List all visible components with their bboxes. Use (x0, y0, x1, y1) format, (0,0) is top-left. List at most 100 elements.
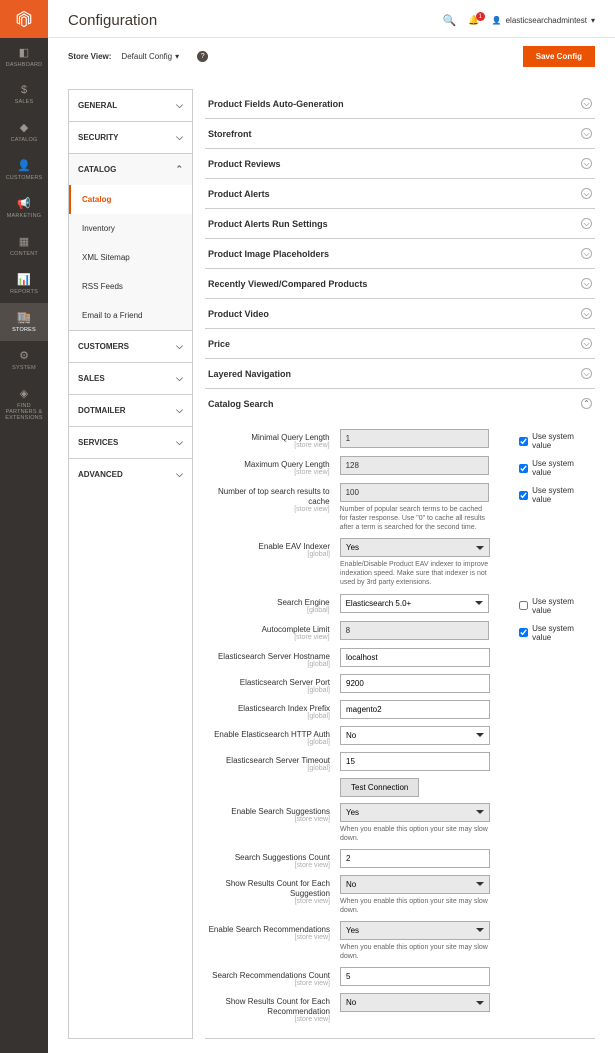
tab-catalog-xml-sitemap[interactable]: XML Sitemap (69, 243, 192, 272)
section-product-video[interactable]: Product Video⌵ (205, 299, 595, 328)
chevron-down-icon: ▾ (591, 16, 595, 25)
nav-content[interactable]: ▦CONTENT (0, 227, 48, 265)
admin-sidebar: ◧DASHBOARD $SALES ◆CATALOG 👤CUSTOMERS 📢M… (0, 0, 48, 1053)
field-results-count-suggestion: Show Results Count for Each Suggestion[s… (205, 872, 595, 918)
tab-catalog-catalog[interactable]: Catalog (69, 185, 192, 214)
field-results-count-recommendation: Show Results Count for Each Recommendati… (205, 990, 595, 1026)
field-enable-recommendations: Enable Search Recommendations[store view… (205, 918, 595, 964)
nav-catalog[interactable]: ◆CATALOG (0, 113, 48, 151)
page-header: Configuration 🔍 🔔1 👤 elasticsearchadmint… (48, 0, 615, 37)
notification-badge: 1 (476, 12, 485, 21)
test-connection-button[interactable]: Test Connection (340, 778, 419, 797)
field-test-connection: Test Connection (205, 775, 595, 800)
reports-icon: 📊 (17, 273, 31, 286)
use-system-search-engine[interactable] (519, 601, 528, 610)
results-count-suggestion-select[interactable]: No (340, 875, 490, 894)
user-icon: 👤 (492, 16, 502, 25)
recommendations-count-input[interactable] (340, 967, 490, 986)
tab-dotmailer[interactable]: DOTMAILER⌵ (69, 395, 192, 426)
save-config-button[interactable]: Save Config (523, 46, 595, 67)
section-product-alerts[interactable]: Product Alerts⌵ (205, 179, 595, 208)
use-system-autocomplete[interactable] (519, 628, 528, 637)
nav-marketing[interactable]: 📢MARKETING (0, 189, 48, 227)
tab-catalog-inventory[interactable]: Inventory (69, 214, 192, 243)
enable-recommendations-select[interactable]: Yes (340, 921, 490, 940)
results-count-recommendation-select[interactable]: No (340, 993, 490, 1012)
expand-icon: ⌵ (581, 248, 592, 259)
section-product-fields-auto[interactable]: Product Fields Auto-Generation⌵ (205, 89, 595, 118)
nav-stores[interactable]: 🏬STORES (0, 303, 48, 341)
autocomplete-limit-input (340, 621, 490, 640)
chevron-down-icon: ⌵ (176, 405, 183, 416)
marketing-icon: 📢 (17, 197, 31, 210)
nav-customers[interactable]: 👤CUSTOMERS (0, 151, 48, 189)
es-hostname-input[interactable] (340, 648, 490, 667)
config-sections: Product Fields Auto-Generation⌵ Storefro… (205, 89, 595, 1039)
tab-advanced[interactable]: ADVANCED⌵ (69, 459, 192, 490)
field-search-engine: Search Engine[global] Elasticsearch 5.0+… (205, 591, 595, 618)
help-icon[interactable]: ? (197, 51, 208, 62)
section-catalog-search-header[interactable]: Catalog Search⌃ (205, 389, 595, 418)
field-recommendations-count: Search Recommendations Count[store view] (205, 964, 595, 990)
field-maximum-query-length: Maximum Query Length[store view] Use sys… (205, 453, 595, 480)
magento-logo[interactable] (0, 0, 48, 38)
minimal-query-length-input (340, 429, 490, 448)
store-view-dropdown[interactable]: Default Config ▾ (121, 52, 179, 61)
toolbar: Store View: Default Config ▾ ? Save Conf… (48, 37, 615, 75)
expand-icon: ⌵ (581, 158, 592, 169)
expand-icon: ⌵ (581, 218, 592, 229)
search-icon[interactable]: 🔍 (443, 14, 457, 27)
section-product-image-placeholders[interactable]: Product Image Placeholders⌵ (205, 239, 595, 268)
enable-eav-select[interactable]: Yes (340, 538, 490, 557)
section-storefront[interactable]: Storefront⌵ (205, 119, 595, 148)
content-icon: ▦ (19, 235, 29, 248)
field-es-port: Elasticsearch Server Port[global] (205, 671, 595, 697)
tab-catalog-email-friend[interactable]: Email to a Friend (69, 301, 192, 330)
tab-customers[interactable]: CUSTOMERS⌵ (69, 331, 192, 362)
tab-services[interactable]: SERVICES⌵ (69, 427, 192, 458)
section-product-reviews[interactable]: Product Reviews⌵ (205, 149, 595, 178)
es-port-input[interactable] (340, 674, 490, 693)
section-recently-viewed[interactable]: Recently Viewed/Compared Products⌵ (205, 269, 595, 298)
field-es-http-auth: Enable Elasticsearch HTTP Auth[global] N… (205, 723, 595, 749)
tab-general[interactable]: GENERAL⌵ (69, 90, 192, 121)
tab-catalog[interactable]: CATALOG⌃ (69, 154, 192, 185)
chevron-down-icon: ⌵ (176, 100, 183, 111)
field-suggestions-count: Search Suggestions Count[store view] (205, 846, 595, 872)
enable-suggestions-select[interactable]: Yes (340, 803, 490, 822)
es-timeout-input[interactable] (340, 752, 490, 771)
expand-icon: ⌵ (581, 98, 592, 109)
nav-extensions[interactable]: ◈FIND PARTNERS & EXTENSIONS (0, 379, 48, 429)
tab-security[interactable]: SECURITY⌵ (69, 122, 192, 153)
suggestions-count-input[interactable] (340, 849, 490, 868)
section-product-alerts-run[interactable]: Product Alerts Run Settings⌵ (205, 209, 595, 238)
chevron-down-icon: ⌵ (176, 437, 183, 448)
nav-dashboard[interactable]: ◧DASHBOARD (0, 38, 48, 76)
admin-account-dropdown[interactable]: 👤 elasticsearchadmintest ▾ (492, 16, 595, 25)
tab-sales[interactable]: SALES⌵ (69, 363, 192, 394)
use-system-max-query[interactable] (519, 464, 528, 473)
use-system-top-results[interactable] (519, 491, 528, 500)
use-system-min-query[interactable] (519, 437, 528, 446)
field-top-results-cache: Number of top search results to cache[st… (205, 480, 595, 535)
field-minimal-query-length: Minimal Query Length[store view] Use sys… (205, 426, 595, 453)
chevron-down-icon: ⌵ (176, 469, 183, 480)
nav-sales[interactable]: $SALES (0, 76, 48, 113)
nav-reports[interactable]: 📊REPORTS (0, 265, 48, 303)
nav-system[interactable]: ⚙SYSTEM (0, 341, 48, 379)
expand-icon: ⌵ (581, 278, 592, 289)
es-prefix-input[interactable] (340, 700, 490, 719)
notifications-icon[interactable]: 🔔1 (468, 15, 479, 26)
search-engine-select[interactable]: Elasticsearch 5.0+ (340, 594, 490, 613)
section-price[interactable]: Price⌵ (205, 329, 595, 358)
sales-icon: $ (21, 84, 27, 96)
es-http-auth-select[interactable]: No (340, 726, 490, 745)
chevron-down-icon: ⌵ (176, 373, 183, 384)
section-layered-navigation[interactable]: Layered Navigation⌵ (205, 359, 595, 388)
chevron-down-icon: ⌵ (176, 132, 183, 143)
field-es-hostname: Elasticsearch Server Hostname[global] (205, 645, 595, 671)
tab-catalog-rss-feeds[interactable]: RSS Feeds (69, 272, 192, 301)
customers-icon: 👤 (17, 159, 31, 172)
chevron-up-icon: ⌃ (175, 164, 183, 175)
section-catalog-search: Catalog Search⌃ Minimal Query Length[sto… (205, 389, 595, 1039)
